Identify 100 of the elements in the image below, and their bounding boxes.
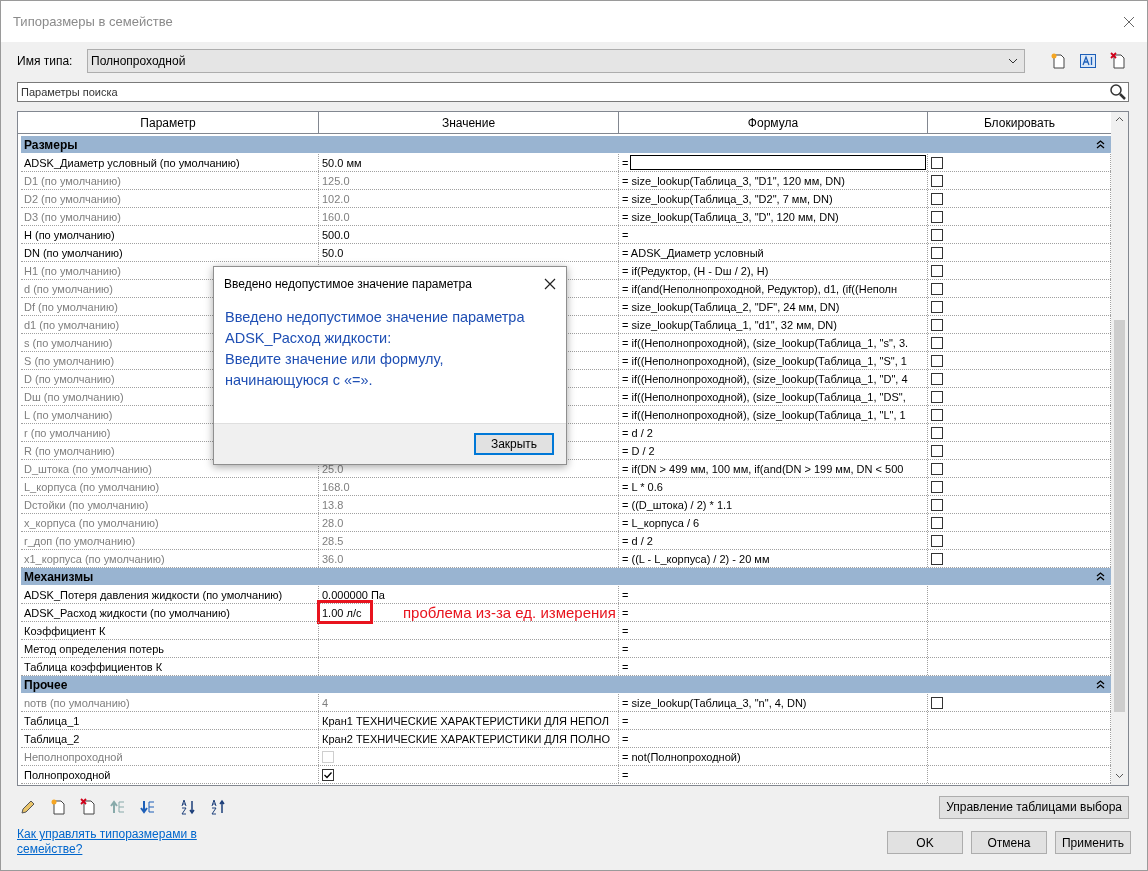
lookup-tables-button[interactable]: Управление таблицами выбора <box>939 795 1129 819</box>
formula-text: = if((Неполнопроходной), (size_lookup(Таблица_1, "L", 1 <box>622 408 906 421</box>
lock-checkbox[interactable] <box>931 264 943 277</box>
lock-checkbox[interactable] <box>931 516 943 529</box>
formula-text: = <box>622 768 629 781</box>
lock-checkbox[interactable] <box>931 300 943 313</box>
parameter-name: S (по умолчанию) <box>24 354 115 367</box>
formula-text: = <box>622 714 629 727</box>
parameter-name: x1_корпуса (по умолчанию) <box>24 552 165 565</box>
lock-checkbox[interactable] <box>931 480 943 493</box>
parameter-name: Таблица коэффициентов К <box>24 660 163 673</box>
lock-checkbox[interactable] <box>931 210 943 223</box>
highlight-frame <box>317 600 373 624</box>
parameter-name: Dстойки (по умолчанию) <box>24 498 149 511</box>
lock-checkbox[interactable] <box>931 228 943 241</box>
parameter-value: Кран1 ТЕХНИЧЕСКИЕ ХАРАКТЕРИСТИКИ ДЛЯ НЕПОЛ <box>322 714 609 727</box>
collapse-icon[interactable] <box>1096 140 1105 149</box>
error-message: Введено недопустимое значение параметра ADSK_Расход жидкости: Введите значение или формулу, начинающуюся с «=». <box>225 308 526 390</box>
lock-checkbox[interactable] <box>931 174 943 187</box>
group-header[interactable]: Прочее <box>21 676 1111 694</box>
type-name-label: Имя типа: <box>17 54 74 68</box>
move-up-icon <box>110 799 126 815</box>
parameter-name: L (по умолчанию) <box>24 408 113 421</box>
lock-checkbox[interactable] <box>931 246 943 259</box>
parameter-name: Dш (по умолчанию) <box>24 390 124 403</box>
parameter-value: 36.0 <box>322 552 344 565</box>
lock-checkbox[interactable] <box>931 318 943 331</box>
lock-checkbox[interactable] <box>931 534 943 547</box>
annotation-text: проблема из-за ед. измерения <box>403 604 616 621</box>
scrollbar[interactable] <box>1111 112 1128 785</box>
lock-checkbox[interactable] <box>931 156 943 169</box>
formula-text: = size_lookup(Таблица_3, "D2", 7 мм, DN) <box>622 192 833 205</box>
formula-text: = <box>622 660 629 673</box>
parameter-value: 0.000000 Па <box>322 588 385 601</box>
collapse-icon[interactable] <box>1096 572 1105 581</box>
parameter-value: 50.0 <box>322 246 344 259</box>
lock-checkbox[interactable] <box>931 426 943 439</box>
dialog-button[interactable]: Отмена <box>971 831 1047 854</box>
dialog-title: Введено недопустимое значение параметра <box>224 277 472 291</box>
formula-field[interactable] <box>630 155 927 170</box>
formula-text: = d / 2 <box>622 426 653 439</box>
parameter-value: 4 <box>322 696 329 709</box>
formula-text: = ADSK_Диаметр условный <box>622 246 764 259</box>
parameter-name: D_штока (по умолчанию) <box>24 462 152 475</box>
parameter-name: R (по умолчанию) <box>24 444 115 457</box>
parameter-value: 125.0 <box>322 174 350 187</box>
formula-text: = if((Неполнопроходной), (size_lookup(Таблица_1, "s", 3. <box>622 336 909 349</box>
lock-checkbox[interactable] <box>931 354 943 367</box>
caret-icon <box>1008 58 1018 64</box>
dialog-button[interactable]: Применить <box>1055 831 1131 854</box>
type-name-dropdown[interactable]: Полнопроходной <box>87 49 1025 73</box>
collapse-icon[interactable] <box>1096 680 1105 689</box>
group-header[interactable]: Механизмы <box>21 568 1111 586</box>
lock-checkbox[interactable] <box>931 372 943 385</box>
parameter-value: 28.0 <box>322 516 344 529</box>
parameter-value: 102.0 <box>322 192 350 205</box>
parameter-name: Df (по умолчанию) <box>24 300 118 313</box>
close-button[interactable]: Закрыть <box>474 433 554 455</box>
formula-text: = size_lookup(Таблица_3, "D", 120 мм, DN) <box>622 210 839 223</box>
lock-checkbox[interactable] <box>931 552 943 565</box>
parameter-name: Метод определения потерь <box>24 642 165 655</box>
dialog-button[interactable]: OK <box>887 831 963 854</box>
parameter-name: D2 (по умолчанию) <box>24 192 121 205</box>
search-icon[interactable] <box>1109 83 1127 101</box>
parameter-value: 160.0 <box>322 210 350 223</box>
parameter-value: 500.0 <box>322 228 350 241</box>
lock-checkbox[interactable] <box>931 336 943 349</box>
formula-text: = ((L - L_корпуса) / 2) - 20 мм <box>622 552 770 565</box>
formula-text: = L * 0.6 <box>622 480 663 493</box>
search-field[interactable]: Параметры поиска <box>17 82 1129 102</box>
lock-checkbox[interactable] <box>931 408 943 421</box>
formula-text: = size_lookup(Таблица_3, "D1", 120 мм, DN) <box>622 174 845 187</box>
formula-text: = if(and(Неполнопроходной, Редуктор), d1, (if((Неполн <box>622 282 898 295</box>
parameter-name: D3 (по умолчанию) <box>24 210 121 223</box>
text-field-icon <box>1080 54 1096 68</box>
formula-text: = <box>622 624 629 637</box>
lock-checkbox[interactable] <box>931 462 943 475</box>
formula-text: = if((Неполнопроходной), (size_lookup(Таблица_1, "S", 1 <box>622 354 907 367</box>
value-checkbox[interactable] <box>322 768 334 781</box>
close-icon[interactable] <box>544 278 556 290</box>
formula-text: = size_lookup(Таблица_3, "n", 4, DN) <box>622 696 807 709</box>
lock-checkbox[interactable] <box>931 696 943 709</box>
parameter-name: ADSK_Диаметр условный (по умолчанию) <box>24 156 240 169</box>
parameter-name: DN (по умолчанию) <box>24 246 123 259</box>
formula-text: = <box>622 606 629 619</box>
group-name: Размеры <box>24 137 78 152</box>
formula-text: = <box>622 642 629 655</box>
lock-checkbox[interactable] <box>931 444 943 457</box>
sort-descending-icon <box>210 799 226 815</box>
parameter-name: H (по умолчанию) <box>24 228 115 241</box>
help-link[interactable]: Как управлять типоразмерами в семействе? <box>17 827 207 857</box>
group-name: Механизмы <box>24 569 94 584</box>
lock-checkbox[interactable] <box>931 282 943 295</box>
formula-text: = ((D_штока) / 2) * 1.1 <box>622 498 733 511</box>
formula-text: = <box>622 156 629 169</box>
parameter-name: H1 (по умолчанию) <box>24 264 121 277</box>
group-header[interactable]: Размеры <box>21 136 1111 154</box>
lock-checkbox[interactable] <box>931 390 943 403</box>
lock-checkbox[interactable] <box>931 498 943 511</box>
lock-checkbox[interactable] <box>931 192 943 205</box>
